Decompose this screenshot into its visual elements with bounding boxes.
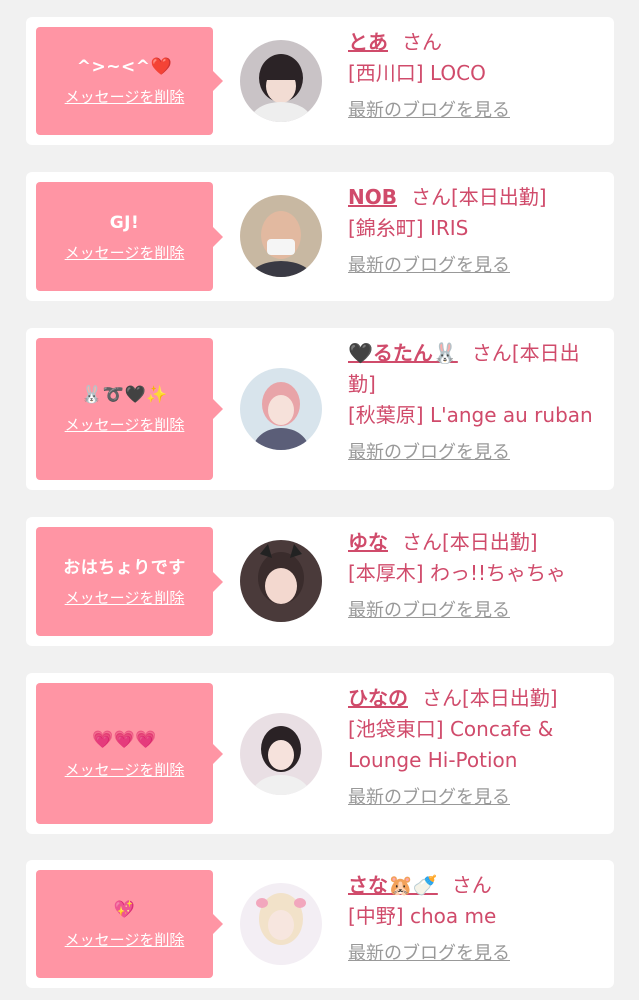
delete-message-link[interactable]: メッセージを削除 <box>65 931 185 949</box>
delete-message-link[interactable]: メッセージを削除 <box>65 88 185 106</box>
cast-info: さな🐹🍼 さん [中野] choa me 最新のブログを見る <box>348 870 600 968</box>
message-bubble: 💗💗💗 メッセージを削除 <box>36 683 223 824</box>
attendance-status: [本日出勤] <box>462 686 558 710</box>
cast-info: ゆな さん[本日出勤] [本厚木] わっ!!ちゃちゃ 最新のブログを見る <box>348 527 600 625</box>
message-card: GJ! メッセージを削除 NOB さん[本日出勤] [錦糸町] IRIS 最新のブ… <box>26 172 614 301</box>
attendance-status: [本日出勤] <box>450 185 547 209</box>
latest-blog-link[interactable]: 最新のブログを見る <box>348 599 510 623</box>
message-text: おはちょりです <box>63 557 186 578</box>
cast-name-link[interactable]: さな🐹🍼 <box>348 873 438 897</box>
shop-name: [西川口] LOCO <box>348 61 486 85</box>
avatar[interactable] <box>240 368 322 450</box>
message-card: 🐰➰🖤✨ メッセージを削除 🖤るたん🐰 さん[本日出勤] [秋葉原] L'ange… <box>26 328 614 490</box>
cast-name-link[interactable]: とあ <box>348 30 388 54</box>
latest-blog-link[interactable]: 最新のブログを見る <box>348 441 510 465</box>
shop-name: [池袋東口] Concafe & Lounge Hi-Potion <box>348 717 554 772</box>
latest-blog-link[interactable]: 最新のブログを見る <box>348 254 510 278</box>
delete-message-link[interactable]: メッセージを削除 <box>65 589 185 607</box>
honorific: さん <box>402 30 442 54</box>
message-bubble: おはちょりです メッセージを削除 <box>36 527 223 636</box>
message-text: 💗💗💗 <box>91 729 157 750</box>
message-card: おはちょりです メッセージを削除 ゆな さん[本日出勤] [本厚木] わっ!!ちゃ… <box>26 517 614 646</box>
message-bubble: 🐰➰🖤✨ メッセージを削除 <box>36 338 223 480</box>
latest-blog-link[interactable]: 最新のブログを見る <box>348 99 510 123</box>
message-text: 🐰➰🖤✨ <box>81 385 168 405</box>
honorific: さん <box>410 185 451 209</box>
cast-name-link[interactable]: ひなの <box>348 686 408 710</box>
attendance-status: [本日出勤] <box>442 530 538 554</box>
latest-blog-link[interactable]: 最新のブログを見る <box>348 786 510 810</box>
shop-name: [中野] choa me <box>348 904 497 928</box>
cast-name-link[interactable]: 🖤るたん🐰 <box>348 341 458 365</box>
honorific: さん <box>471 341 512 365</box>
shop-name: [秋葉原] L'ange au ruban <box>348 403 593 427</box>
message-bubble: 💖 メッセージを削除 <box>36 870 223 978</box>
honorific: さん <box>451 873 492 897</box>
honorific: さん <box>422 686 462 710</box>
avatar[interactable] <box>240 713 322 795</box>
message-card: 💖 メッセージを削除 さな🐹🍼 さん [中野] choa me 最新のブログを見る <box>26 860 614 988</box>
cast-name-link[interactable]: ゆな <box>348 530 388 554</box>
latest-blog-link[interactable]: 最新のブログを見る <box>348 942 510 966</box>
message-text: 💖 <box>113 900 136 920</box>
avatar[interactable] <box>240 883 322 965</box>
avatar[interactable] <box>240 540 322 622</box>
delete-message-link[interactable]: メッセージを削除 <box>65 761 185 779</box>
message-text: GJ! <box>109 212 140 233</box>
message-bubble: ^>~<^❤️ メッセージを削除 <box>36 27 223 135</box>
message-text: ^>~<^❤️ <box>76 57 173 77</box>
shop-name: [本厚木] わっ!!ちゃちゃ <box>348 561 566 585</box>
shop-name: [錦糸町] IRIS <box>348 216 469 240</box>
cast-info: とあ さん [西川口] LOCO 最新のブログを見る <box>348 27 600 125</box>
honorific: さん <box>402 530 442 554</box>
cast-info: 🖤るたん🐰 さん[本日出勤] [秋葉原] L'ange au ruban 最新のブ… <box>348 338 600 467</box>
cast-name-link[interactable]: NOB <box>348 185 397 209</box>
avatar[interactable] <box>240 195 322 277</box>
message-bubble: GJ! メッセージを削除 <box>36 182 223 291</box>
message-list: ^>~<^❤️ メッセージを削除 とあ さん [西川口] LOCO 最新のブログを… <box>0 0 639 1000</box>
avatar[interactable] <box>240 40 322 122</box>
delete-message-link[interactable]: メッセージを削除 <box>65 416 185 434</box>
message-card: ^>~<^❤️ メッセージを削除 とあ さん [西川口] LOCO 最新のブログを… <box>26 17 614 145</box>
cast-info: NOB さん[本日出勤] [錦糸町] IRIS 最新のブログを見る <box>348 182 600 280</box>
delete-message-link[interactable]: メッセージを削除 <box>65 244 185 262</box>
cast-info: ひなの さん[本日出勤] [池袋東口] Concafe & Lounge Hi-P… <box>348 683 600 812</box>
message-card: 💗💗💗 メッセージを削除 ひなの さん[本日出勤] [池袋東口] Concafe … <box>26 673 614 834</box>
